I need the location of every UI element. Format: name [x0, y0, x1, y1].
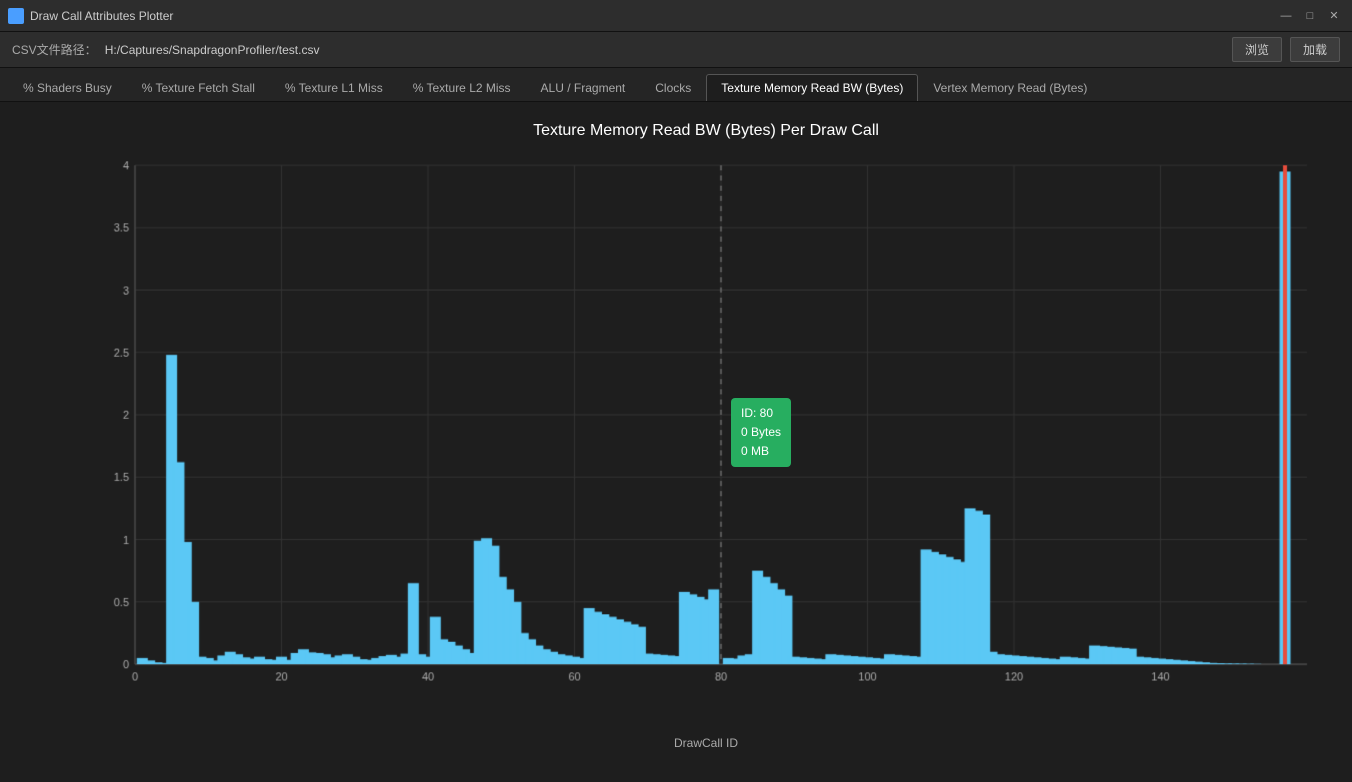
- close-button[interactable]: ✕: [1324, 6, 1344, 26]
- csv-label: CSV文件路径：: [12, 41, 97, 58]
- toolbar: CSV文件路径： H:/Captures/SnapdragonProfiler/…: [0, 32, 1352, 68]
- minimize-button[interactable]: —: [1276, 6, 1296, 26]
- browse-button[interactable]: 浏览: [1232, 37, 1282, 62]
- tabs: % Shaders Busy% Texture Fetch Stall% Tex…: [0, 68, 1352, 102]
- chart-title: Texture Memory Read BW (Bytes) Per Draw …: [80, 122, 1332, 140]
- tab-shaders-busy[interactable]: % Shaders Busy: [8, 74, 127, 101]
- chart-canvas[interactable]: [80, 150, 1332, 710]
- titlebar: Draw Call Attributes Plotter — □ ✕: [0, 0, 1352, 32]
- tab-clocks[interactable]: Clocks: [640, 74, 706, 101]
- load-button[interactable]: 加载: [1290, 37, 1340, 62]
- window-controls: — □ ✕: [1276, 6, 1344, 26]
- tab-texture-fetch-stall[interactable]: % Texture Fetch Stall: [127, 74, 270, 101]
- chart-container: Texture Memory Read BW (Bytes) Per Draw …: [0, 102, 1352, 782]
- x-axis-label: DrawCall ID: [674, 736, 738, 750]
- maximize-button[interactable]: □: [1300, 6, 1320, 26]
- tab-alu-fragment[interactable]: ALU / Fragment: [526, 74, 641, 101]
- tab-texture-memory-read-bw[interactable]: Texture Memory Read BW (Bytes): [706, 74, 918, 101]
- tab-texture-l2-miss[interactable]: % Texture L2 Miss: [398, 74, 526, 101]
- chart-wrap[interactable]: Texture Memory Read BW (Bytes) (x1e+06) …: [80, 150, 1332, 710]
- app-icon: [8, 8, 24, 24]
- csv-path: H:/Captures/SnapdragonProfiler/test.csv: [105, 43, 320, 57]
- window-title: Draw Call Attributes Plotter: [30, 9, 1276, 23]
- tab-vertex-memory-read[interactable]: Vertex Memory Read (Bytes): [918, 74, 1102, 101]
- tab-texture-l1-miss[interactable]: % Texture L1 Miss: [270, 74, 398, 101]
